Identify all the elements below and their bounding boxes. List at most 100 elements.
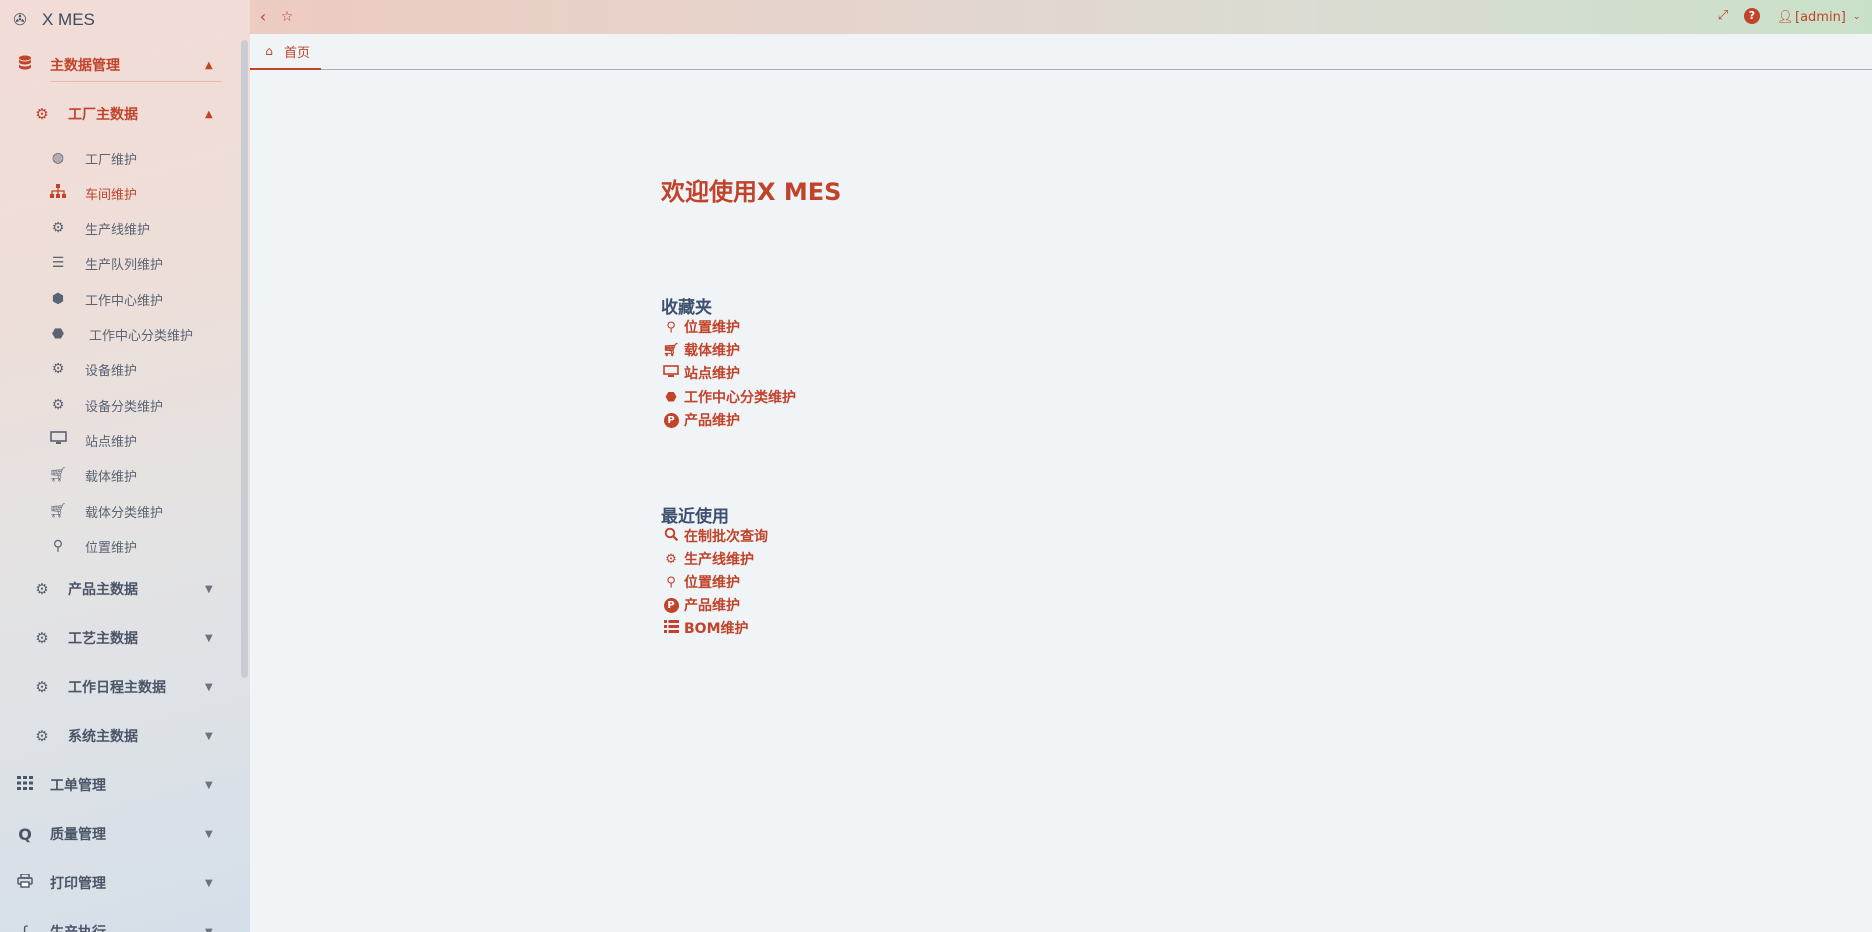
chevron-down-icon: ▼ bbox=[205, 877, 213, 889]
map-marker-icon: ⚲ bbox=[666, 574, 676, 590]
sidebar-item-carrier-category[interactable]: 🛒︎ 载体分类维护 bbox=[0, 497, 230, 525]
sidebar-group-label: 主数据管理 bbox=[50, 58, 120, 74]
recent-title: 最近使用 bbox=[661, 507, 729, 527]
sidebar-subgroup-product[interactable]: ⚙ 产品主数据 ▼ bbox=[0, 573, 230, 605]
sidebar-item-label: 车间维护 bbox=[85, 187, 138, 203]
chevron-down-icon: ▼ bbox=[205, 926, 213, 932]
tab-bar: ⌂ 首页 bbox=[250, 34, 1872, 70]
user-menu[interactable]: 👤︎ [admin] ⌄ bbox=[1777, 8, 1860, 26]
sidebar-item-label: 位置维护 bbox=[85, 540, 138, 556]
sidebar-group-label: 工单管理 bbox=[50, 778, 106, 794]
sidebar-group-master-data[interactable]: 主数据管理 ▲ bbox=[0, 49, 230, 81]
cogs-icon: ⚙ bbox=[665, 551, 677, 567]
recent-link[interactable]: ⚲ 位置维护 bbox=[662, 571, 740, 593]
sidebar-item-production-line[interactable]: ⚙ 生产线维护 bbox=[0, 214, 230, 242]
desktop-icon bbox=[49, 431, 67, 449]
chevron-down-icon: ▼ bbox=[205, 632, 213, 644]
welcome-title: 欢迎使用X MES bbox=[661, 178, 842, 206]
star-icon[interactable]: ☆ bbox=[278, 7, 296, 27]
gear-icon: ⚙ bbox=[51, 361, 65, 377]
collapse-sidebar-icon[interactable]: ‹ bbox=[254, 7, 272, 27]
cube-icon: ⬢ bbox=[51, 291, 65, 307]
chevron-down-icon: ▼ bbox=[205, 779, 213, 791]
favorite-link[interactable]: 站点维护 bbox=[662, 362, 740, 384]
chevron-down-icon: ▼ bbox=[205, 730, 213, 742]
sidebar-group-work-order[interactable]: 工单管理 ▼ bbox=[0, 769, 230, 801]
top-bar: ‹ ☆ ⤢ ? 👤︎ [admin] ⌄ bbox=[250, 0, 1872, 34]
q-icon: Q bbox=[18, 824, 32, 844]
sidebar-subgroup-label: 系统主数据 bbox=[68, 729, 138, 745]
sidebar-subgroup-label: 产品主数据 bbox=[68, 582, 138, 598]
gear-icon: ⚙ bbox=[35, 580, 49, 598]
sidebar: ✇ X MES 主数据管理 ▲ ⚙ 工厂主数据 ▲ ◍ 工厂维护 车间维护 ⚙ … bbox=[0, 0, 250, 932]
sidebar-group-label: 生产执行 bbox=[50, 922, 106, 932]
search-icon bbox=[662, 527, 680, 545]
recent-link-label: 位置维护 bbox=[684, 575, 740, 591]
sidebar-item-production-queue[interactable]: ☰ 生产队列维护 bbox=[0, 249, 230, 277]
map-marker-icon: ⚲ bbox=[666, 319, 676, 335]
recent-link[interactable]: ⚙ 生产线维护 bbox=[662, 548, 754, 570]
sidebar-item-station[interactable]: 站点维护 bbox=[0, 426, 230, 454]
sidebar-group-print[interactable]: 打印管理 ▼ bbox=[0, 867, 230, 899]
sidebar-item-label: 工作中心分类维护 bbox=[89, 328, 194, 344]
sidebar-item-label: 工厂维护 bbox=[85, 152, 138, 168]
cogs-icon: ⚙ bbox=[51, 220, 65, 236]
sidebar-item-label: 站点维护 bbox=[85, 434, 138, 450]
sidebar-group-label: 打印管理 bbox=[50, 876, 106, 892]
sidebar-subgroup-factory[interactable]: ⚙ 工厂主数据 ▲ bbox=[0, 98, 230, 130]
favorite-link[interactable]: P 产品维护 bbox=[662, 409, 740, 431]
fullscreen-icon[interactable]: ⤢ bbox=[1715, 8, 1731, 26]
recent-link[interactable]: BOM维护 bbox=[662, 617, 749, 639]
sidebar-item-location[interactable]: ⚲ 位置维护 bbox=[0, 532, 230, 560]
sidebar-item-factory[interactable]: ◍ 工厂维护 bbox=[0, 144, 230, 172]
chevron-down-icon: ▼ bbox=[205, 681, 213, 693]
sitemap-icon bbox=[49, 184, 67, 202]
list-icon: ☰ bbox=[51, 255, 65, 271]
help-icon[interactable]: ? bbox=[1744, 8, 1760, 24]
sidebar-subgroup-work-calendar[interactable]: ⚙ 工作日程主数据 ▼ bbox=[0, 671, 230, 703]
sidebar-scrollbar[interactable] bbox=[241, 40, 248, 678]
sidebar-item-work-center[interactable]: ⬢ 工作中心维护 bbox=[0, 285, 230, 313]
cart-icon: 🛒︎ bbox=[49, 467, 67, 483]
favorite-link-label: 工作中心分类维护 bbox=[684, 390, 796, 406]
cubes-icon: ⬣ bbox=[665, 389, 677, 405]
favorite-link-label: 产品维护 bbox=[684, 413, 740, 429]
home-icon: ⌂ bbox=[265, 44, 273, 58]
divider bbox=[50, 81, 222, 82]
user-icon: 👤︎ bbox=[1777, 9, 1794, 25]
sidebar-subgroup-label: 工作日程主数据 bbox=[68, 680, 166, 696]
app-logo-icon: ✇ bbox=[13, 10, 27, 29]
favorite-link[interactable]: ⚲ 位置维护 bbox=[662, 316, 740, 338]
app-title: X MES bbox=[42, 10, 95, 29]
sidebar-item-carrier[interactable]: 🛒︎ 载体维护 bbox=[0, 461, 230, 489]
sidebar-item-workshop[interactable]: 车间维护 bbox=[0, 179, 230, 207]
sidebar-group-production[interactable]: ʃ 生产执行 ▼ bbox=[0, 916, 230, 932]
product-p-icon: P bbox=[662, 412, 680, 428]
sidebar-subgroup-process[interactable]: ⚙ 工艺主数据 ▼ bbox=[0, 622, 230, 654]
gear-icon: ⚙ bbox=[35, 105, 49, 123]
recent-link[interactable]: 在制批次查询 bbox=[662, 525, 768, 547]
recent-link[interactable]: P 产品维护 bbox=[662, 594, 740, 616]
database-icon bbox=[15, 55, 35, 75]
globe-icon: ◍ bbox=[51, 150, 65, 166]
sidebar-item-label: 生产队列维护 bbox=[85, 257, 164, 273]
recent-link-label: 产品维护 bbox=[684, 598, 740, 614]
favorite-link-label: 载体维护 bbox=[684, 343, 740, 359]
favorite-link[interactable]: ⬣ 工作中心分类维护 bbox=[662, 386, 796, 408]
tab-home[interactable]: ⌂ 首页 bbox=[250, 34, 321, 70]
sidebar-item-label: 设备维护 bbox=[85, 363, 138, 379]
sidebar-item-equipment[interactable]: ⚙ 设备维护 bbox=[0, 355, 230, 383]
sidebar-group-quality[interactable]: Q 质量管理 ▼ bbox=[0, 818, 230, 850]
user-name: [admin] bbox=[1795, 9, 1846, 25]
app-brand[interactable]: ✇ X MES bbox=[10, 8, 95, 32]
cart-icon: 🛒︎ bbox=[662, 342, 680, 358]
recent-link-label: 生产线维护 bbox=[684, 552, 754, 568]
favorite-link-label: 位置维护 bbox=[684, 320, 740, 336]
sidebar-subgroup-system[interactable]: ⚙ 系统主数据 ▼ bbox=[0, 720, 230, 752]
chevron-down-icon: ▼ bbox=[205, 583, 213, 595]
favorite-link[interactable]: 🛒︎ 载体维护 bbox=[662, 339, 740, 361]
sidebar-item-work-center-category[interactable]: ⬣ 工作中心分类维护 bbox=[0, 320, 230, 348]
sidebar-item-equipment-category[interactable]: ⚙ 设备分类维护 bbox=[0, 391, 230, 419]
sidebar-item-label: 工作中心维护 bbox=[85, 293, 164, 309]
chevron-down-icon: ⌄ bbox=[1852, 12, 1861, 22]
